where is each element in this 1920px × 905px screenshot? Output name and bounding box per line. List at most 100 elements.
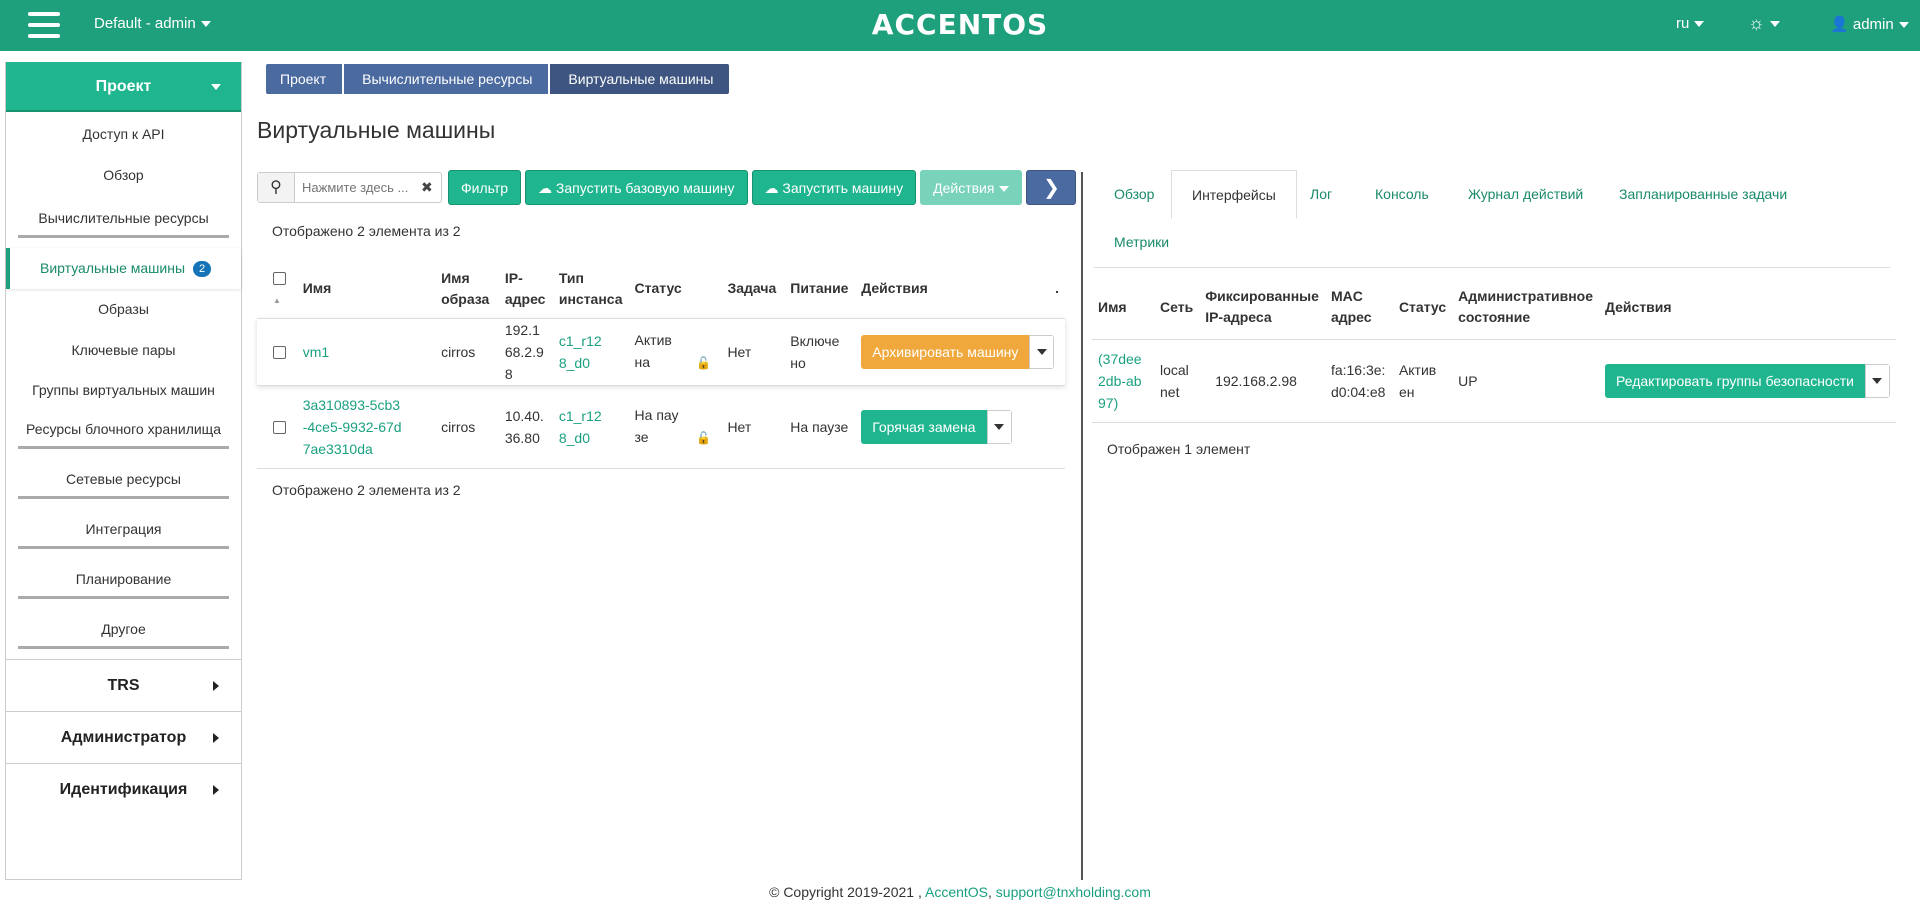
user-icon: 👤 xyxy=(1830,16,1849,33)
column-header-fixed-ip: Фиксированные IP-адреса xyxy=(1205,288,1319,326)
detail-tabs: Обзор Интерфейсы Лог Консоль Журнал дейс… xyxy=(1094,170,1890,268)
breadcrumb-compute[interactable]: Вычислительные ресурсы xyxy=(344,64,549,94)
instance-ip: 10.40.36.80 xyxy=(498,384,553,469)
archive-instance-button[interactable]: Архивировать машину xyxy=(861,334,1030,369)
vm-count-bottom: Отображено 2 элемента из 2 xyxy=(272,482,461,498)
instance-name-link[interactable]: 3a310893-5cb3-4ce5-9932-67d7ae3310da xyxy=(303,394,403,460)
sidebar-group-planning[interactable]: Планирование xyxy=(18,559,229,599)
column-header-mac: MAC адрес xyxy=(1330,288,1372,326)
toggle-detail-panel-button[interactable]: ❯ xyxy=(1026,170,1077,205)
sidebar-section-identity[interactable]: Идентификация xyxy=(6,763,241,815)
column-header-ip[interactable]: IP-адрес xyxy=(499,260,553,318)
row-action-dropdown[interactable] xyxy=(1864,363,1890,398)
unlock-icon: 🔓 xyxy=(696,356,712,370)
sidebar-item-images[interactable]: Образы xyxy=(6,289,241,330)
column-header-actions: Действия xyxy=(1605,298,1672,315)
interfaces-table: Имя Сеть Фиксированные IP-адреса MAC адр… xyxy=(1092,276,1896,423)
sidebar-item-instances[interactable]: Виртуальные машины 2 xyxy=(6,248,241,289)
instance-status: Активна 🔓 xyxy=(628,317,722,385)
panel-divider[interactable] xyxy=(1081,172,1083,880)
instance-image: cirros xyxy=(435,317,499,385)
tab-overview[interactable]: Обзор xyxy=(1094,170,1174,219)
chevron-down-icon xyxy=(211,84,221,90)
column-header-network: Сеть xyxy=(1160,298,1194,315)
row-checkbox[interactable] xyxy=(273,346,286,360)
breadcrumb-project[interactable]: Проект xyxy=(266,64,343,94)
sidebar-item-key-pairs[interactable]: Ключевые пары xyxy=(6,330,241,371)
footer-separator: , xyxy=(988,884,992,900)
row-action-group: Горячая замена xyxy=(861,409,1012,444)
tab-scheduled-tasks[interactable]: Запланированные задачи xyxy=(1599,170,1807,219)
sidebar-item-overview[interactable]: Обзор xyxy=(6,155,241,196)
breadcrumb: Проект Вычислительные ресурсы Виртуальны… xyxy=(266,64,731,94)
column-header-name: Имя xyxy=(1098,298,1127,315)
sidebar-group-compute[interactable]: Вычислительные ресурсы xyxy=(18,198,229,238)
instances-table: ▲ Имя Имя образа IP-адрес Тип инстанса С… xyxy=(257,260,1065,469)
column-header-status[interactable]: Статус xyxy=(629,260,722,318)
instance-image: cirros xyxy=(435,384,499,469)
row-checkbox[interactable] xyxy=(273,421,286,435)
chevron-right-icon xyxy=(213,681,219,691)
user-menu[interactable]: 👤 admin xyxy=(1830,15,1909,33)
column-header-task[interactable]: Задача xyxy=(721,260,784,318)
sidebar-group-network[interactable]: Сетевые ресурсы xyxy=(18,459,229,499)
search-input[interactable] xyxy=(295,180,415,195)
chevron-right-icon: ❯ xyxy=(1043,177,1060,199)
column-header-extra: . xyxy=(1055,280,1059,297)
filter-button[interactable]: Фильтр xyxy=(448,170,522,205)
instance-flavor-link[interactable]: c1_r128_d0 xyxy=(559,405,607,449)
hot-swap-button[interactable]: Горячая замена xyxy=(861,409,987,444)
column-header-flavor[interactable]: Тип инстанса xyxy=(553,260,629,318)
tab-action-log[interactable]: Журнал действий xyxy=(1448,170,1603,219)
support-email-link[interactable]: support@tnxholding.com xyxy=(996,884,1151,900)
chevron-down-icon xyxy=(999,186,1010,193)
sidebar-section-trs[interactable]: TRS xyxy=(6,659,241,711)
tab-metrics[interactable]: Метрики xyxy=(1094,218,1189,267)
accentos-link[interactable]: AccentOS xyxy=(925,884,988,900)
theme-settings-menu[interactable]: ☼ xyxy=(1748,13,1780,34)
row-action-dropdown[interactable] xyxy=(1029,334,1055,369)
sort-asc-icon[interactable]: ▲ xyxy=(273,296,281,305)
tab-log[interactable]: Лог xyxy=(1290,170,1352,219)
actions-dropdown-button[interactable]: Действия xyxy=(920,170,1023,205)
instance-task: Нет xyxy=(721,317,785,385)
tab-console[interactable]: Консоль xyxy=(1355,170,1449,219)
sidebar-item-api-access[interactable]: Доступ к API xyxy=(6,114,241,155)
chevron-right-icon xyxy=(213,733,219,743)
column-header-image[interactable]: Имя образа xyxy=(435,260,499,318)
launch-instance-button[interactable]: ☁ Запустить машину xyxy=(751,170,917,205)
language-switcher[interactable]: ru xyxy=(1676,15,1705,32)
sidebar-section-admin[interactable]: Администратор xyxy=(6,711,241,763)
clear-icon[interactable]: ✖ xyxy=(421,179,433,196)
page-title: Виртуальные машины xyxy=(257,117,496,143)
cloud-upload-icon: ☁ xyxy=(538,180,553,196)
column-header-power[interactable]: Питание xyxy=(784,260,855,318)
unlock-icon: 🔓 xyxy=(696,431,712,445)
port-admin-state: UP xyxy=(1452,338,1599,423)
select-all-checkbox[interactable] xyxy=(273,271,286,285)
sidebar-group-volumes[interactable]: Ресурсы блочного хранилища xyxy=(18,409,229,449)
row-action-group: Редактировать группы безопасности xyxy=(1605,363,1890,398)
sidebar-group-integration[interactable]: Интеграция xyxy=(18,509,229,549)
chevron-down-icon xyxy=(1898,22,1909,29)
copyright-text: © Copyright 2019-2021 , xyxy=(769,884,922,900)
instance-name-link[interactable]: vm1 xyxy=(303,344,329,360)
edit-security-groups-button[interactable]: Редактировать группы безопасности xyxy=(1605,363,1865,398)
search-icon[interactable]: ⚲ xyxy=(258,173,295,202)
sidebar-project-header[interactable]: Проект xyxy=(6,62,241,112)
brand-logo: ACCENTOS xyxy=(871,8,1049,41)
chevron-down-icon xyxy=(1036,348,1047,355)
launch-basic-instance-button[interactable]: ☁ Запустить базовую машину xyxy=(525,170,748,205)
port-name-link[interactable]: (37dee2db-ab97) xyxy=(1098,348,1148,414)
column-header-status: Статус xyxy=(1398,298,1447,315)
column-header-name[interactable]: Имя xyxy=(297,260,435,318)
instance-power: На паузе xyxy=(784,384,856,469)
sidebar-item-server-groups[interactable]: Группы виртуальных машин xyxy=(6,371,241,409)
port-fixed-ip: 192.168.2.98 xyxy=(1199,338,1325,423)
port-network: local net xyxy=(1154,338,1200,423)
tab-interfaces[interactable]: Интерфейсы xyxy=(1171,170,1297,219)
sidebar-group-other[interactable]: Другое xyxy=(18,609,229,649)
instance-flavor-link[interactable]: c1_r128_d0 xyxy=(559,330,607,374)
row-action-dropdown[interactable] xyxy=(986,409,1012,444)
select-all-header: ▲ xyxy=(257,260,297,318)
